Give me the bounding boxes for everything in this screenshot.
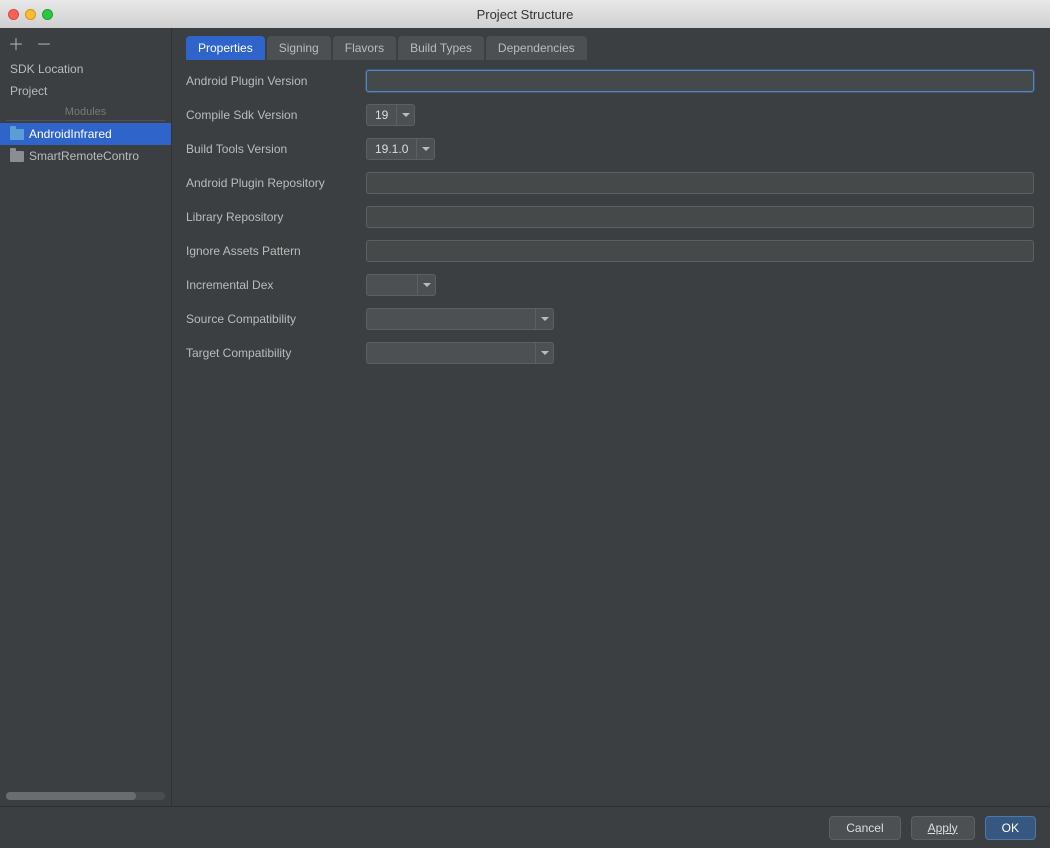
sidebar-module-label: AndroidInfrared (29, 127, 112, 141)
label-android-plugin-version: Android Plugin Version (186, 74, 358, 88)
row-android-plugin-version: Android Plugin Version (186, 70, 1034, 92)
close-window-icon[interactable] (8, 9, 19, 20)
tab-signing[interactable]: Signing (267, 36, 331, 60)
chevron-down-icon[interactable] (396, 105, 414, 125)
combo-value (367, 309, 535, 329)
ok-button[interactable]: OK (985, 816, 1036, 840)
tab-build-types[interactable]: Build Types (398, 36, 484, 60)
module-folder-icon (10, 151, 24, 162)
sidebar-module-label: SmartRemoteContro (29, 149, 139, 163)
combo-source-compatibility[interactable] (366, 308, 554, 330)
chevron-down-icon[interactable] (535, 309, 553, 329)
sidebar-toolbar: ＋ － (0, 28, 171, 58)
label-incremental-dex: Incremental Dex (186, 278, 358, 292)
chevron-down-icon[interactable] (535, 343, 553, 363)
row-incremental-dex: Incremental Dex (186, 274, 1034, 296)
row-ignore-assets-pattern: Ignore Assets Pattern (186, 240, 1034, 262)
combo-incremental-dex[interactable] (366, 274, 436, 296)
cancel-button[interactable]: Cancel (829, 816, 900, 840)
row-android-plugin-repository: Android Plugin Repository (186, 172, 1034, 194)
properties-form: Android Plugin Version Compile Sdk Versi… (186, 70, 1040, 364)
sidebar: ＋ － SDK Location Project Modules Android… (0, 28, 172, 806)
sidebar-list: SDK Location Project Modules AndroidInfr… (0, 58, 171, 788)
input-library-repository[interactable] (366, 206, 1034, 228)
tab-dependencies[interactable]: Dependencies (486, 36, 587, 60)
label-build-tools-version: Build Tools Version (186, 142, 358, 156)
sidebar-item-sdk-location[interactable]: SDK Location (0, 58, 171, 80)
input-android-plugin-version[interactable] (366, 70, 1034, 92)
label-android-plugin-repository: Android Plugin Repository (186, 176, 358, 190)
input-ignore-assets-pattern[interactable] (366, 240, 1034, 262)
main-panel: Properties Signing Flavors Build Types D… (172, 28, 1050, 806)
row-library-repository: Library Repository (186, 206, 1034, 228)
content-area: ＋ － SDK Location Project Modules Android… (0, 28, 1050, 806)
apply-button[interactable]: Apply (911, 816, 975, 840)
label-source-compatibility: Source Compatibility (186, 312, 358, 326)
label-ignore-assets-pattern: Ignore Assets Pattern (186, 244, 358, 258)
combo-value (367, 275, 417, 295)
tab-properties[interactable]: Properties (186, 36, 265, 60)
row-compile-sdk-version: Compile Sdk Version 19 (186, 104, 1034, 126)
apply-button-label: Apply (928, 821, 958, 835)
label-library-repository: Library Repository (186, 210, 358, 224)
sidebar-section-modules: Modules (6, 102, 165, 121)
row-source-compatibility: Source Compatibility (186, 308, 1034, 330)
minimize-window-icon[interactable] (25, 9, 36, 20)
combo-value: 19 (367, 105, 396, 125)
label-compile-sdk-version: Compile Sdk Version (186, 108, 358, 122)
sidebar-module-androidinfrared[interactable]: AndroidInfrared (0, 123, 171, 145)
add-module-button[interactable]: ＋ (8, 35, 24, 51)
sidebar-horizontal-scrollbar[interactable] (6, 792, 165, 800)
row-build-tools-version: Build Tools Version 19.1.0 (186, 138, 1034, 160)
sidebar-item-project[interactable]: Project (0, 80, 171, 102)
remove-module-button[interactable]: － (36, 35, 52, 51)
combo-target-compatibility[interactable] (366, 342, 554, 364)
sidebar-module-smartremote[interactable]: SmartRemoteContro (0, 145, 171, 167)
chevron-down-icon[interactable] (416, 139, 434, 159)
label-target-compatibility: Target Compatibility (186, 346, 358, 360)
tab-flavors[interactable]: Flavors (333, 36, 396, 60)
chevron-down-icon[interactable] (417, 275, 435, 295)
titlebar: Project Structure (0, 0, 1050, 28)
combo-compile-sdk-version[interactable]: 19 (366, 104, 415, 126)
dialog-footer: Cancel Apply OK (0, 806, 1050, 848)
combo-build-tools-version[interactable]: 19.1.0 (366, 138, 435, 160)
input-android-plugin-repository[interactable] (366, 172, 1034, 194)
row-target-compatibility: Target Compatibility (186, 342, 1034, 364)
window-title: Project Structure (0, 7, 1050, 22)
zoom-window-icon[interactable] (42, 9, 53, 20)
combo-value (367, 343, 535, 363)
tab-bar: Properties Signing Flavors Build Types D… (186, 36, 1040, 60)
module-folder-icon (10, 129, 24, 140)
combo-value: 19.1.0 (367, 139, 416, 159)
window-controls (8, 9, 53, 20)
